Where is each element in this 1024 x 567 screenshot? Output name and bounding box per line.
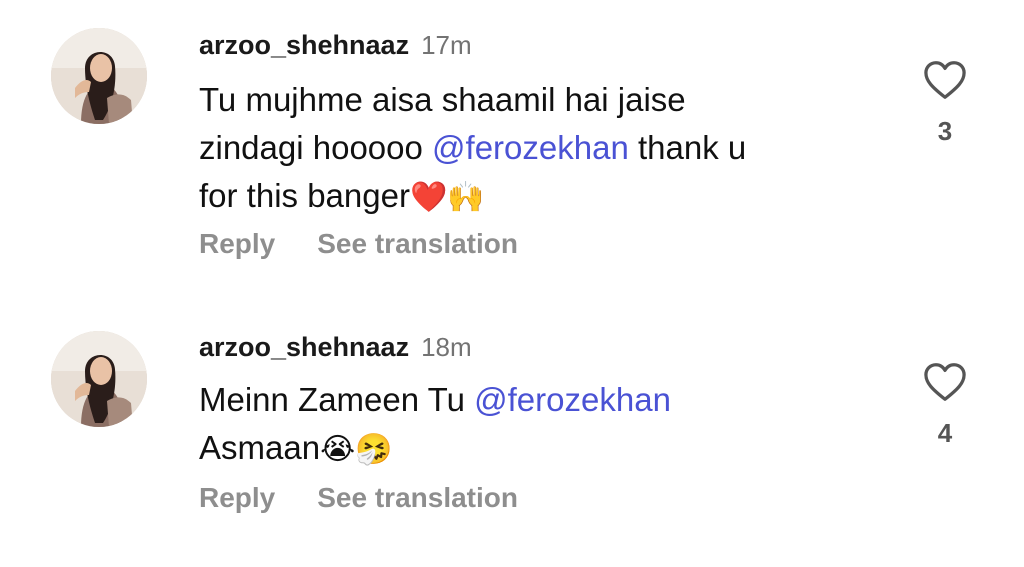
avatar[interactable] xyxy=(51,331,147,427)
comment-text-segment: Asmaan xyxy=(199,429,321,466)
timestamp: 18m xyxy=(421,332,472,362)
mention-link[interactable]: @ferozekhan xyxy=(474,381,671,418)
like-count: 4 xyxy=(937,418,953,448)
comment-item: arzoo_shehnaaz 18m Meinn Zameen Tu @fero… xyxy=(0,0,1024,567)
heart-outline-icon xyxy=(924,363,966,401)
comment-line: Asmaan😭🤧 xyxy=(199,424,889,474)
like-button[interactable]: 4 xyxy=(918,362,972,449)
comment-text: Meinn Zameen Tu @ferozekhan Asmaan😭🤧 xyxy=(199,376,889,474)
see-translation-button[interactable]: See translation xyxy=(317,482,518,514)
avatar-image xyxy=(51,331,147,427)
reply-button[interactable]: Reply xyxy=(199,482,275,514)
username[interactable]: arzoo_shehnaaz xyxy=(199,332,409,363)
emoji: 😭🤧 xyxy=(320,432,393,467)
comment-actions: Reply See translation xyxy=(199,482,518,514)
comment-line: Meinn Zameen Tu @ferozekhan xyxy=(199,376,889,424)
comment-text-segment: Meinn Zameen Tu xyxy=(199,381,475,418)
